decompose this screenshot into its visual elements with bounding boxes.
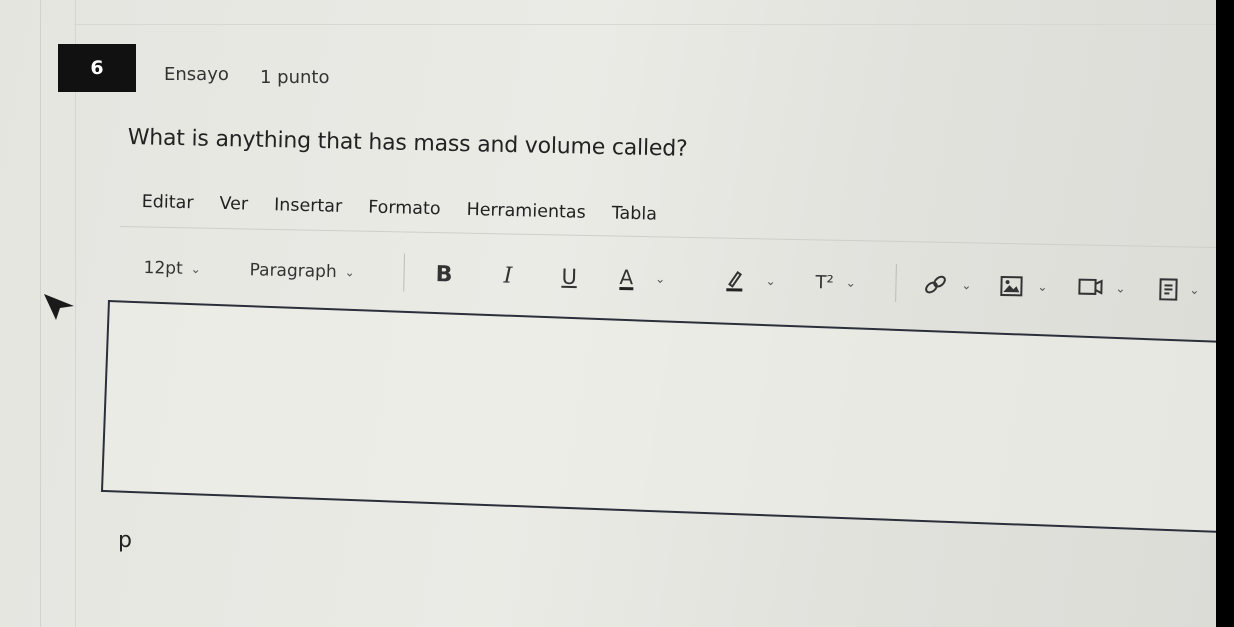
element-path: p bbox=[118, 528, 132, 553]
bold-icon: B bbox=[435, 261, 453, 287]
underline-button[interactable]: U bbox=[561, 261, 577, 293]
document-button[interactable]: ⌄ bbox=[1157, 273, 1200, 306]
superscript-button[interactable]: T² ⌄ bbox=[815, 266, 856, 299]
chevron-down-icon: ⌄ bbox=[1189, 282, 1200, 298]
link-icon bbox=[925, 275, 946, 294]
menu-ver[interactable]: Ver bbox=[219, 194, 248, 215]
menu-herramientas[interactable]: Herramientas bbox=[466, 200, 586, 223]
highlight-color-button[interactable]: ⌄ bbox=[723, 264, 776, 297]
superscript-icon: T² bbox=[815, 271, 834, 293]
essay-editor-area[interactable] bbox=[100, 300, 1216, 533]
quiz-page: 6 Ensayo 1 punto What is anything that h… bbox=[0, 0, 1216, 627]
toolbar-separator bbox=[895, 263, 897, 302]
block-format-value: Paragraph bbox=[249, 260, 337, 283]
italic-icon: I bbox=[503, 263, 513, 289]
menu-formato[interactable]: Formato bbox=[368, 198, 441, 220]
divider bbox=[74, 24, 1216, 25]
screen-bezel bbox=[1216, 0, 1234, 627]
chevron-down-icon: ⌄ bbox=[961, 278, 972, 293]
italic-button[interactable]: I bbox=[503, 260, 512, 292]
font-size-value: 12pt bbox=[143, 257, 183, 279]
chevron-down-icon: ⌄ bbox=[344, 265, 355, 280]
link-button[interactable]: ⌄ bbox=[923, 268, 972, 301]
text-color-button[interactable]: A ⌄ bbox=[619, 262, 665, 295]
chevron-down-icon: ⌄ bbox=[845, 275, 856, 290]
question-points: 1 punto bbox=[260, 67, 330, 88]
menu-editar[interactable]: Editar bbox=[142, 192, 194, 213]
question-number: 6 bbox=[90, 57, 104, 79]
chevron-down-icon: ⌄ bbox=[765, 274, 776, 289]
chevron-down-icon: ⌄ bbox=[655, 271, 666, 286]
question-text: What is anything that has mass and volum… bbox=[127, 125, 688, 162]
editor-toolbar: 12pt ⌄ Paragraph ⌄ B I U A ⌄ ⌄ T² ⌄ ⌄ ⌄ … bbox=[143, 252, 1216, 313]
block-format-select[interactable]: Paragraph ⌄ bbox=[249, 254, 355, 288]
bold-button[interactable]: B bbox=[435, 258, 452, 290]
menu-insertar[interactable]: Insertar bbox=[274, 195, 343, 217]
toolbar-separator bbox=[403, 253, 406, 292]
question-type: Ensayo bbox=[164, 64, 229, 85]
editor-menubar: Editar Ver Insertar Formato Herramientas… bbox=[142, 192, 658, 225]
document-icon bbox=[1159, 278, 1178, 301]
mouse-pointer-icon bbox=[44, 294, 74, 320]
chevron-down-icon: ⌄ bbox=[190, 261, 201, 277]
chevron-down-icon: ⌄ bbox=[1037, 279, 1048, 294]
image-icon bbox=[1000, 275, 1023, 297]
underline-icon: U bbox=[561, 264, 578, 290]
menu-tabla[interactable]: Tabla bbox=[611, 203, 657, 224]
menubar-divider bbox=[119, 226, 1216, 249]
font-size-select[interactable]: 12pt ⌄ bbox=[143, 252, 201, 285]
image-button[interactable]: ⌄ bbox=[999, 270, 1048, 303]
chevron-down-icon: ⌄ bbox=[1115, 281, 1126, 296]
text-color-icon: A bbox=[619, 264, 634, 290]
media-icon bbox=[1078, 278, 1103, 295]
highlighter-icon bbox=[726, 271, 743, 292]
embed-media-button[interactable]: ⌄ bbox=[1077, 272, 1126, 305]
question-number-badge: 6 bbox=[58, 44, 136, 92]
